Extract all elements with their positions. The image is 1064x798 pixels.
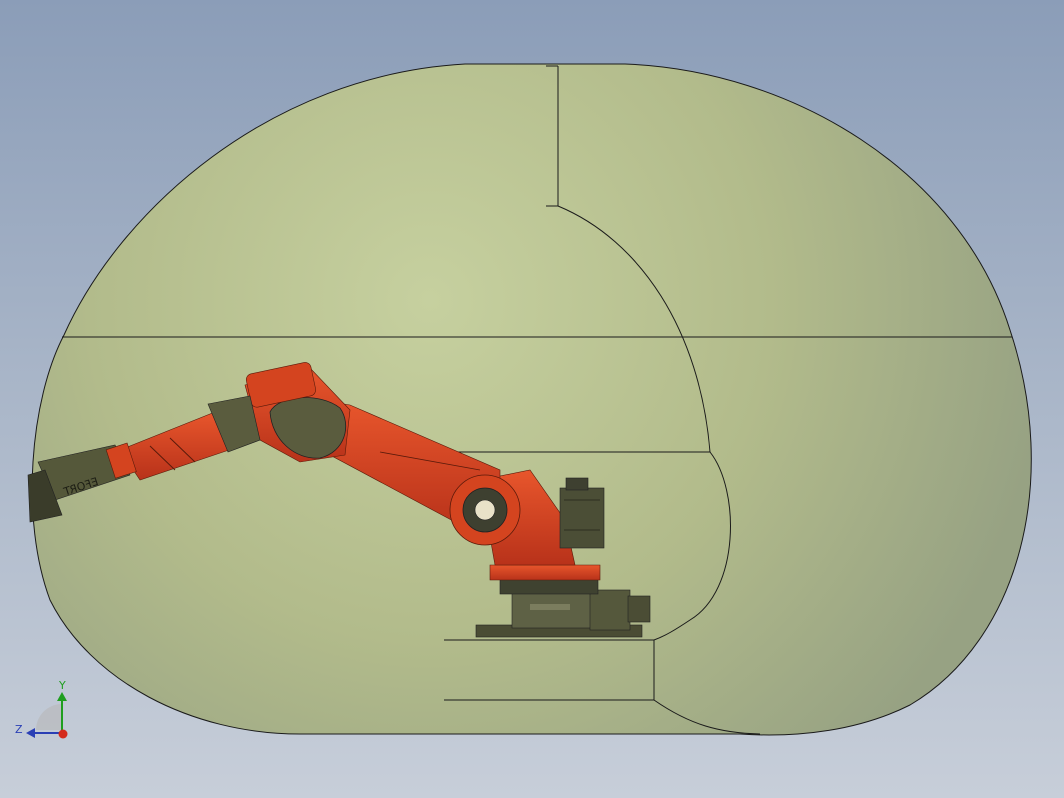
triad-y-arrow-icon bbox=[57, 692, 67, 701]
motor-housing bbox=[559, 477, 605, 549]
shoulder-joint bbox=[449, 474, 521, 546]
cad-viewport[interactable]: EFORT bbox=[0, 0, 1064, 798]
triad-x-axis-dot bbox=[58, 729, 68, 739]
triad-z-arrow-icon bbox=[26, 728, 35, 738]
orientation-triad bbox=[26, 692, 68, 739]
triad-arc-icon bbox=[36, 704, 62, 730]
triad-z-label: Z bbox=[15, 723, 23, 736]
triad-y-label: Y bbox=[59, 679, 66, 692]
